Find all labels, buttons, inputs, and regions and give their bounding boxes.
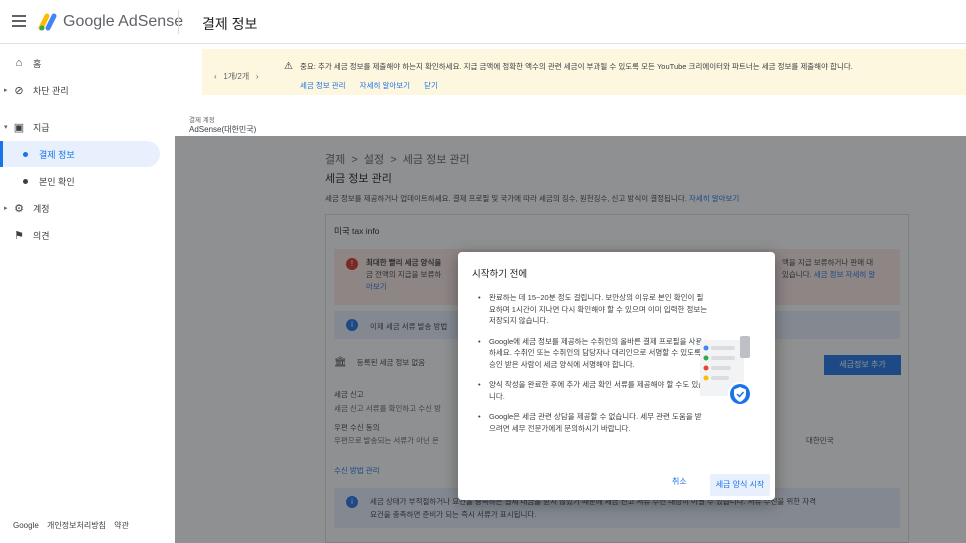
menu-icon[interactable]: [12, 15, 26, 29]
sidebar-item-label: 차단 관리: [33, 85, 69, 96]
caret-right-icon: ▸: [4, 87, 8, 94]
pager-text: 1개/2개: [223, 72, 250, 81]
sidebar-item-label: 본인 확인: [39, 176, 75, 187]
list-item: 완료하는 데 15~20분 정도 걸립니다. 보안상의 이유로 본인 확인이 필…: [478, 292, 708, 327]
sidebar-item-payments[interactable]: ▾ ▣ 지급: [0, 114, 160, 140]
sidebar-item-label: 지급: [33, 122, 50, 133]
terms-link[interactable]: 약관: [114, 521, 129, 530]
sidebar-item-label: 홈: [33, 58, 42, 69]
divider: [178, 10, 179, 34]
sidebar-item-home[interactable]: ⌂ 홈: [0, 50, 160, 76]
banner-links: 세금 정보 관리 자세히 알아보기 닫기: [300, 80, 450, 91]
sidebar-item-block-controls[interactable]: ▸ ⊘ 차단 관리: [0, 77, 160, 103]
start-tax-form-button[interactable]: 세금 양식 시작: [710, 474, 770, 496]
tax-banner: ‹ 1개/2개 › ⚠ 중요: 추가 세금 정보를 제출해야 하는지 확인하세요…: [202, 49, 966, 95]
sidebar-item-label: 의견: [33, 230, 50, 241]
bullet-icon: [23, 178, 28, 184]
dialog-title: 시작하기 전에: [472, 269, 528, 280]
banner-learn-link[interactable]: 자세히 알아보기: [360, 81, 410, 90]
sidebar-item-label: 결제 정보: [39, 149, 75, 160]
caret-down-icon: ▾: [4, 124, 8, 131]
sidebar-item-account[interactable]: ▸ ⚙ 계정: [0, 195, 160, 221]
sidebar-item-verification[interactable]: 본인 확인: [0, 168, 160, 194]
feedback-icon: ⚑: [14, 229, 24, 242]
dialog-list: 완료하는 데 15~20분 정도 걸립니다. 보안상의 이유로 본인 확인이 필…: [478, 292, 708, 443]
top-bar: Google AdSense 결제 정보: [0, 0, 966, 44]
privacy-link[interactable]: 개인정보처리방침: [47, 521, 106, 530]
block-icon: ⊘: [14, 84, 24, 97]
sidebar-item-label: 계정: [33, 203, 50, 214]
app-name: Google AdSense: [63, 13, 184, 30]
sidebar-item-payment-info[interactable]: 결제 정보: [0, 141, 160, 167]
list-item: Google에 세금 정보를 제공하는 수취인의 올바른 결제 프로필을 사용하…: [478, 336, 708, 371]
banner-message: 중요: 추가 세금 정보를 제출해야 하는지 확인하세요. 지급 금액에 정확한…: [300, 62, 853, 71]
payments-icon: ▣: [13, 121, 25, 134]
home-icon: ⌂: [15, 57, 23, 69]
sidebar: ⌂ 홈 ▸ ⊘ 차단 관리 ▾ ▣ 지급 결제 정보 본인 확인 ▸ ⚙ 계정 …: [0, 44, 175, 543]
warning-icon: ⚠: [284, 61, 293, 72]
before-you-start-dialog: 시작하기 전에 완료하는 데 15~20분 정도 걸립니다. 보안상의 이유로 …: [458, 252, 775, 500]
footer-brand: Google: [13, 521, 39, 530]
account-value[interactable]: AdSense(대한민국): [189, 124, 256, 135]
bullet-icon: [23, 151, 28, 157]
list-item: 양식 작성을 완료한 후에 추가 세금 확인 서류를 제공해야 할 수도 있습니…: [478, 379, 708, 402]
banner-pager: ‹ 1개/2개 ›: [214, 71, 259, 82]
sidebar-item-feedback[interactable]: ⚑ 의견: [0, 222, 160, 248]
sidebar-footer: Google 개인정보처리방침 약관: [13, 520, 135, 531]
caret-right-icon: ▸: [4, 205, 8, 212]
adsense-logo-icon: [38, 13, 57, 31]
cancel-button[interactable]: 취소: [672, 476, 687, 487]
prev-icon[interactable]: ‹: [214, 72, 217, 81]
page-title: 결제 정보: [202, 16, 258, 32]
list-item: Google은 세금 관련 상담을 제공할 수 없습니다. 세무 관련 도움을 …: [478, 411, 708, 434]
document-shield-icon: [700, 336, 752, 406]
account-label: 결제 계정: [189, 117, 215, 124]
banner-manage-link[interactable]: 세금 정보 관리: [300, 81, 346, 90]
banner-close-link[interactable]: 닫기: [424, 81, 438, 90]
next-icon[interactable]: ›: [256, 72, 259, 81]
gear-icon: ⚙: [14, 202, 24, 215]
